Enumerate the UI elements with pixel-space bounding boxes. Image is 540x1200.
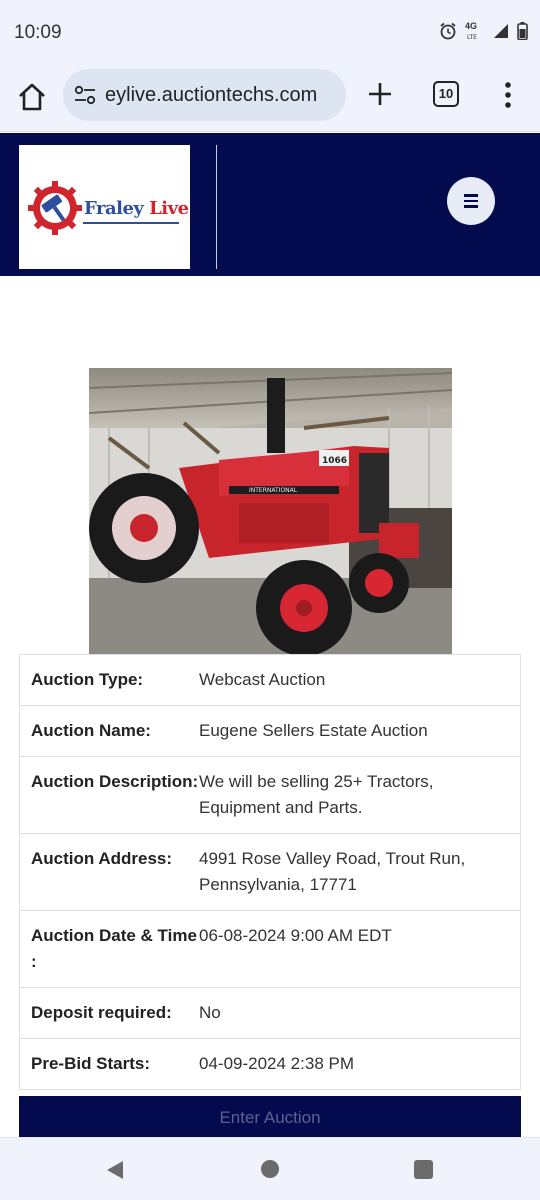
back-icon[interactable] [106,1160,124,1180]
hamburger-line [464,194,478,197]
svg-text:LTE: LTE [467,34,477,40]
detail-label: Auction Name: [31,721,151,740]
detail-value: Eugene Sellers Estate Auction [199,721,428,740]
detail-label: Auction Type: [31,670,144,689]
tractor-model-badge: 1066 [322,456,347,466]
detail-value: No [199,1003,221,1022]
detail-row: Auction Type: Webcast Auction [20,655,520,705]
site-settings-icon[interactable] [74,85,96,105]
enter-auction-button[interactable]: Enter Auction [19,1096,521,1140]
browser-toolbar: eylive.auctiontechs.com 10 [0,62,540,132]
tab-switcher-button[interactable]: 10 [433,81,459,107]
detail-label: Auction Description: [31,772,199,791]
detail-value: 06-08-2024 9:00 AM EDT [199,926,392,945]
detail-value: 4991 Rose Valley Road, Trout Run, Pennsy… [199,849,466,894]
4g-lte-icon: 4G LTE [465,21,485,41]
more-vert-icon[interactable] [498,80,518,110]
signal-icon [494,24,508,38]
tractor-brand-text: INTERNATIONAL [249,487,298,494]
detail-row: Auction Name: Eugene Sellers Estate Aucti… [20,705,520,756]
gavel-gear-logo-icon [28,181,82,235]
hamburger-line [464,199,478,202]
url-text[interactable]: eylive.auctiontechs.com [105,84,317,107]
recents-icon[interactable] [414,1160,433,1179]
detail-label: Deposit required: [31,1003,172,1022]
nav-home-icon[interactable] [261,1160,279,1178]
logo-text-primary: Fraley [84,198,144,219]
detail-value: We will be selling 25+ Tractors, Equipme… [199,772,434,817]
detail-value: Webcast Auction [199,670,326,689]
address-bar[interactable]: eylive.auctiontechs.com [63,69,346,121]
site-header: Fraley Live [0,133,540,276]
detail-row: Deposit required: No [20,987,520,1038]
status-bar: 10:09 4G LTE [0,0,540,62]
detail-row: Pre-Bid Starts: 04-09-2024 2:38 PM [20,1038,520,1089]
logo-text-secondary: Live [149,198,189,219]
detail-value: 04-09-2024 2:38 PM [199,1054,354,1073]
hamburger-menu-button[interactable] [447,177,495,225]
detail-label: Auction Date & Time : [31,926,197,971]
home-icon[interactable] [16,81,48,113]
detail-row: Auction Address: 4991 Rose Valley Road, T… [20,833,520,910]
logo-text: Fraley Live [84,198,189,219]
system-nav-bar [0,1137,540,1200]
detail-row: Auction Date & Time :06-08-2024 9:00 AM … [20,910,520,987]
auction-details-table: Auction Type: Webcast Auction Auction Name… [19,654,521,1090]
detail-label: Auction Address: [31,849,173,868]
network-label: 4G [465,21,478,31]
battery-icon [517,22,528,40]
logo-underline [83,222,179,224]
alarm-icon [440,22,456,40]
hamburger-line [464,205,478,208]
auction-photo-tractor: 1066 INTERNATIONAL [89,368,452,654]
site-logo[interactable]: Fraley Live [19,145,190,269]
new-tab-icon[interactable] [366,80,394,108]
detail-label: Pre-Bid Starts: [31,1054,151,1073]
header-divider [216,145,217,269]
status-time: 10:09 [14,22,62,43]
detail-row: Auction Description: We will be selling 2… [20,756,520,833]
status-icons: 4G LTE [439,22,528,40]
